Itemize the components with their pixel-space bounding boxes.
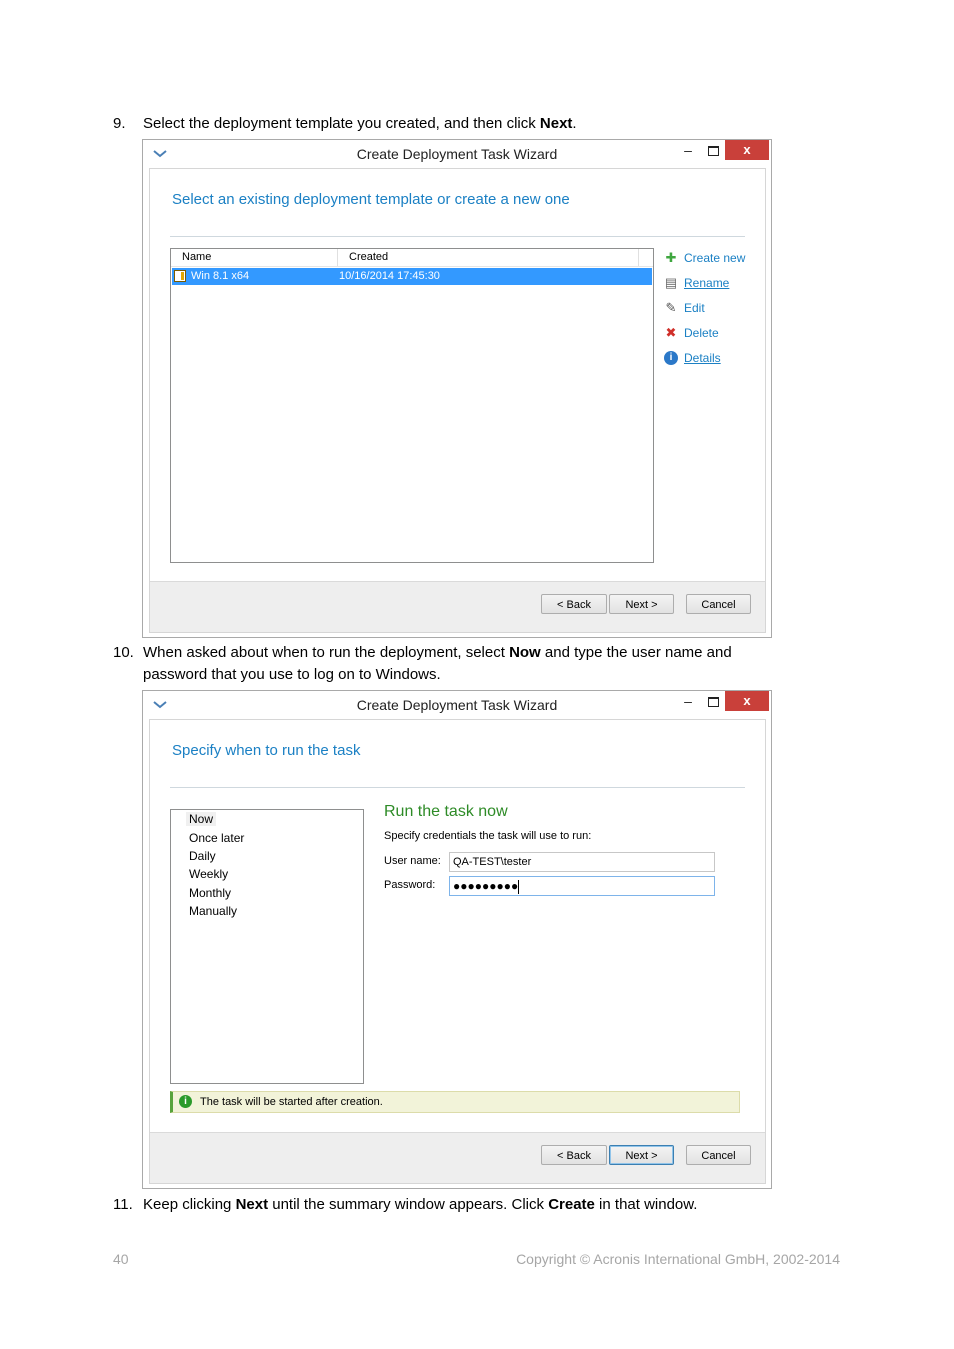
page-number: 40: [113, 1251, 129, 1267]
next-button[interactable]: Next >: [609, 1145, 674, 1165]
info-text: The task will be started after creation.: [200, 1096, 383, 1108]
password-label: Password:: [384, 879, 436, 891]
step-number: 11.: [113, 1196, 133, 1213]
plus-icon: ✚: [665, 250, 677, 265]
minimize-button[interactable]: –: [677, 693, 699, 713]
step-text-line2: password that you use to log on to Windo…: [143, 666, 441, 683]
template-icon: [174, 270, 186, 282]
close-button[interactable]: x: [725, 691, 769, 711]
info-icon: i: [179, 1095, 192, 1108]
step-number: 9.: [113, 115, 126, 132]
username-label: User name:: [384, 855, 441, 867]
step-text: When asked about when to run the deploym…: [143, 642, 732, 664]
column-header-name[interactable]: Name: [171, 249, 338, 266]
step-text-part: and type the user name and: [540, 644, 732, 661]
run-title: Run the task now: [384, 803, 508, 820]
credentials-text: Specify credentials the task will use to…: [384, 830, 592, 842]
action-label: Details: [684, 351, 721, 365]
back-button[interactable]: < Back: [541, 1145, 607, 1165]
next-button[interactable]: Next >: [609, 594, 674, 614]
username-field[interactable]: QA-TEST\tester: [449, 852, 715, 872]
action-label: Edit: [684, 301, 705, 315]
wizard-body: Specify when to run the task Now Once la…: [149, 719, 766, 1184]
step-number: 10.: [113, 644, 134, 661]
pencil-icon: ✎: [665, 300, 677, 315]
wizard-footer: < Back Next > Cancel: [150, 1132, 765, 1183]
rename-icon: ▤: [664, 275, 678, 290]
step-text: Keep clicking Next until the summary win…: [143, 1194, 697, 1216]
step-bold: Create: [548, 1196, 595, 1213]
delete-icon: ✖: [665, 325, 677, 340]
maximize-button[interactable]: [702, 694, 724, 714]
list-header: Name Created: [171, 249, 653, 267]
step-text-part: until the summary window appears. Click: [268, 1196, 549, 1213]
step-text-part: Keep clicking: [143, 1196, 236, 1213]
template-list[interactable]: Name Created Win 8.1 x64 10/16/2014 17:4…: [170, 248, 654, 563]
copyright: Copyright © Acronis International GmbH, …: [516, 1251, 840, 1267]
wizard-heading: Specify when to run the task: [172, 742, 361, 759]
step-bold: Next: [235, 1196, 269, 1213]
step-text-part: When asked about when to run the deploym…: [143, 644, 510, 661]
action-label: Create new: [684, 251, 746, 265]
title-bar: Create Deployment Task Wizard – x: [143, 140, 771, 168]
minimize-button[interactable]: –: [677, 142, 699, 162]
maximize-icon: [708, 146, 719, 156]
schedule-item-manually[interactable]: Manually: [189, 904, 237, 918]
wizard-heading: Select an existing deployment template o…: [172, 191, 570, 208]
password-field[interactable]: ●●●●●●●●●: [449, 876, 715, 896]
maximize-icon: [708, 697, 719, 707]
step-text-part: .: [572, 115, 577, 132]
title-bar: Create Deployment Task Wizard – x: [143, 691, 771, 719]
info-bar: i The task will be started after creatio…: [170, 1091, 740, 1113]
step-text: Select the deployment template you creat…: [143, 113, 577, 135]
wizard-window-template: Create Deployment Task Wizard – x Select…: [142, 139, 772, 638]
step-bold: Now: [509, 644, 541, 661]
schedule-item-monthly[interactable]: Monthly: [189, 886, 231, 900]
step-text-part: Select the deployment template you creat…: [143, 115, 540, 132]
column-header-created[interactable]: Created: [338, 249, 639, 266]
info-icon: i: [664, 351, 678, 365]
wizard-footer: < Back Next > Cancel: [150, 581, 765, 632]
close-button[interactable]: x: [725, 140, 769, 160]
maximize-button[interactable]: [702, 143, 724, 163]
step-bold: Next: [539, 115, 573, 132]
schedule-item-now[interactable]: Now: [186, 812, 217, 826]
cancel-button[interactable]: Cancel: [686, 1145, 751, 1165]
list-item[interactable]: Win 8.1 x64 10/16/2014 17:45:30: [172, 268, 652, 285]
template-name: Win 8.1 x64: [191, 270, 250, 282]
text-caret: [518, 880, 520, 895]
schedule-item-once-later[interactable]: Once later: [189, 831, 244, 845]
back-button[interactable]: < Back: [541, 594, 607, 614]
wizard-window-schedule: Create Deployment Task Wizard – x Specif…: [142, 690, 772, 1189]
cancel-button[interactable]: Cancel: [686, 594, 751, 614]
step-text-part: in that window.: [594, 1196, 698, 1213]
template-created: 10/16/2014 17:45:30: [339, 270, 440, 282]
schedule-list[interactable]: Now Once later Daily Weekly Monthly Manu…: [170, 809, 364, 1084]
password-value: ●●●●●●●●●: [453, 879, 519, 893]
wizard-body: Select an existing deployment template o…: [149, 168, 766, 633]
divider: [170, 787, 745, 788]
action-label: Rename: [684, 276, 730, 290]
schedule-item-weekly[interactable]: Weekly: [189, 867, 228, 881]
action-label: Delete: [684, 326, 719, 340]
schedule-item-daily[interactable]: Daily: [189, 849, 216, 863]
divider: [170, 236, 745, 237]
